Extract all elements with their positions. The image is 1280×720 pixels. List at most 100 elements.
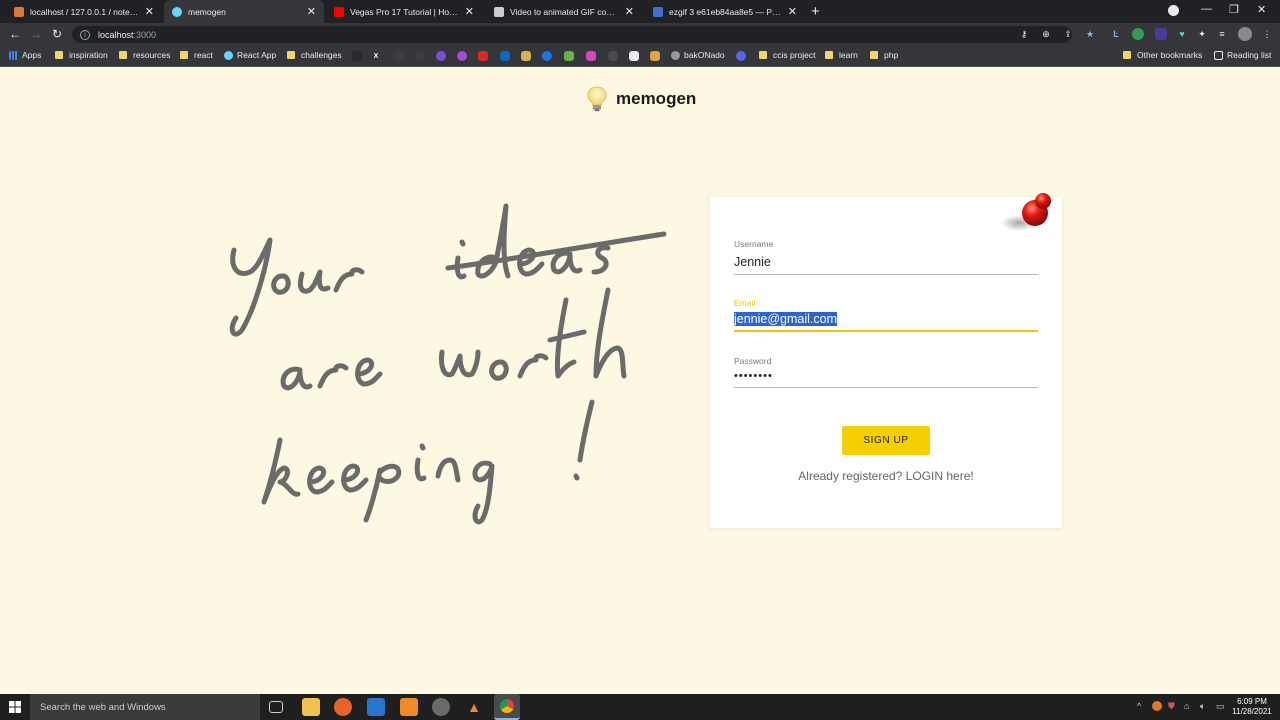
bookmark-label: inspiration bbox=[69, 50, 108, 60]
close-icon[interactable]: ✕ bbox=[465, 5, 474, 18]
notification-icon[interactable]: ▭ bbox=[1216, 701, 1225, 712]
ezgif-icon bbox=[494, 6, 504, 17]
tab-phpmyadmin[interactable]: localhost / 127.0.0.1 / notes-app ✕ bbox=[6, 0, 162, 23]
bookmark-bakonado[interactable]: bakONado bbox=[671, 50, 725, 60]
bookmarks-bar: Apps inspiration resources react React A… bbox=[0, 46, 1280, 67]
email-input[interactable]: jennie@gmail.com bbox=[734, 312, 1038, 332]
url-port: :3000 bbox=[133, 29, 157, 40]
username-input[interactable] bbox=[734, 255, 1038, 275]
bookmark-apps[interactable]: Apps bbox=[9, 50, 41, 60]
login-link[interactable]: Already registered? LOGIN here! bbox=[734, 469, 1038, 483]
reading-list[interactable]: Reading list bbox=[1214, 50, 1271, 60]
close-icon[interactable]: ✕ bbox=[625, 5, 634, 18]
username-field: Username bbox=[734, 239, 1038, 275]
folder-icon bbox=[825, 51, 833, 59]
tab-memogen[interactable]: memogen ✕ bbox=[164, 0, 324, 23]
bookmark-label: Reading list bbox=[1227, 50, 1272, 60]
minimize-button[interactable]: — bbox=[1201, 3, 1212, 15]
site-info-icon[interactable]: i bbox=[80, 29, 90, 40]
show-hidden-icons[interactable]: ^ bbox=[1137, 701, 1141, 711]
bookmark-react-app[interactable]: React App bbox=[224, 50, 276, 60]
calendar-ext-icon[interactable] bbox=[1155, 28, 1167, 40]
bookmark-star-icon[interactable]: ★ bbox=[1084, 28, 1096, 40]
forward-icon[interactable]: → bbox=[30, 27, 42, 41]
bookmark-learn[interactable]: learn bbox=[825, 50, 858, 60]
windows-taskbar: Search the web and Windows ▲ ^ ⛊ ⌂ 🔈︎ ▭ … bbox=[0, 694, 1280, 720]
facebook-icon[interactable] bbox=[542, 51, 552, 61]
codepen-icon[interactable] bbox=[521, 51, 531, 61]
taskbar-search-input[interactable]: Search the web and Windows bbox=[30, 694, 260, 720]
pushpin-icon bbox=[1001, 193, 1051, 231]
tab-title: ezgif 3 e61eb84aa8e5 — Postimg bbox=[669, 6, 782, 17]
grammarly-icon[interactable] bbox=[1132, 28, 1144, 40]
brand-name: memogen bbox=[616, 89, 697, 108]
gimp-icon[interactable] bbox=[432, 698, 450, 716]
globe-icon[interactable] bbox=[629, 51, 639, 61]
tray-app-icon[interactable] bbox=[1152, 701, 1162, 711]
react-icon bbox=[172, 6, 182, 17]
messenger-icon[interactable] bbox=[457, 51, 467, 61]
tab-postimg[interactable]: ezgif 3 e61eb84aa8e5 — Postimg ✕ bbox=[645, 0, 805, 23]
vlc-icon[interactable]: ▲ bbox=[465, 698, 483, 716]
media-control-icon[interactable]: ≡ bbox=[1216, 28, 1228, 40]
linkedin-icon[interactable] bbox=[500, 51, 510, 61]
pinterest-icon[interactable] bbox=[650, 51, 660, 61]
bookmark-challenges[interactable]: challenges bbox=[287, 50, 342, 60]
heart-ext-icon[interactable]: ♥ bbox=[1176, 28, 1188, 40]
extensions-icon[interactable]: ✦ bbox=[1196, 28, 1208, 40]
github-icon[interactable] bbox=[352, 51, 362, 61]
bookmark-react[interactable]: react bbox=[180, 50, 213, 60]
close-window-button[interactable]: ✕ bbox=[1257, 3, 1266, 16]
bookmark-label: Other bookmarks bbox=[1137, 50, 1203, 60]
folder-icon bbox=[119, 51, 127, 59]
youtube-icon[interactable] bbox=[478, 51, 488, 61]
reload-icon[interactable]: ↻ bbox=[52, 27, 62, 41]
antivirus-icon[interactable]: ⛊ bbox=[1168, 701, 1175, 712]
menu-icon[interactable]: ⋮ bbox=[1261, 28, 1273, 40]
stackoverflow-icon[interactable] bbox=[564, 51, 574, 61]
zoom-icon[interactable]: ⊕ bbox=[1040, 28, 1052, 40]
close-icon[interactable]: ✕ bbox=[788, 5, 797, 18]
dribbble-icon[interactable] bbox=[608, 51, 618, 61]
x-icon[interactable]: X bbox=[371, 51, 381, 61]
bookmark-resources[interactable]: resources bbox=[119, 50, 170, 60]
vscode-icon[interactable] bbox=[367, 698, 385, 716]
a11y-icon[interactable] bbox=[415, 51, 425, 61]
devto-icon[interactable] bbox=[393, 51, 403, 61]
avatar[interactable] bbox=[1238, 27, 1252, 41]
network-icon[interactable]: ⌂ bbox=[1184, 701, 1189, 711]
bookmark-php[interactable]: php bbox=[870, 50, 898, 60]
task-view-icon[interactable] bbox=[269, 701, 283, 713]
bookmark-inspiration[interactable]: inspiration bbox=[55, 50, 108, 60]
file-explorer-icon[interactable] bbox=[302, 698, 320, 716]
windows-start-icon[interactable] bbox=[9, 701, 21, 713]
share-icon[interactable]: ⇪ bbox=[1062, 28, 1074, 40]
figma-icon[interactable] bbox=[586, 51, 596, 61]
discord-icon[interactable] bbox=[736, 51, 746, 61]
firefox-icon[interactable] bbox=[334, 698, 352, 716]
apps-grid-icon bbox=[9, 50, 18, 60]
tab-search-icon[interactable] bbox=[1168, 5, 1179, 16]
chrome-taskbar-icon[interactable] bbox=[494, 694, 520, 720]
tab-vegas-tutorial[interactable]: Vegas Pro 17 Tutorial | How To R ✕ bbox=[326, 0, 482, 23]
linkedin-ext-icon[interactable]: Ŀ bbox=[1110, 28, 1122, 40]
twitch-icon[interactable] bbox=[436, 51, 446, 61]
address-bar[interactable]: i localhost:3000 bbox=[72, 26, 1072, 43]
new-tab-button[interactable]: + bbox=[811, 3, 820, 20]
tab-gif-converter[interactable]: Video to animated GIF converter ✕ bbox=[486, 0, 642, 23]
restore-button[interactable]: ❐ bbox=[1229, 3, 1239, 16]
close-icon[interactable]: ✕ bbox=[307, 5, 316, 18]
bookmark-label: learn bbox=[839, 50, 858, 60]
signup-button[interactable]: SIGN UP bbox=[842, 426, 930, 455]
volume-icon[interactable]: 🔈︎ bbox=[1200, 701, 1205, 712]
xampp-icon[interactable] bbox=[400, 698, 418, 716]
email-label: Email bbox=[734, 298, 756, 308]
close-icon[interactable]: ✕ bbox=[145, 5, 154, 18]
key-icon[interactable]: ⚷ bbox=[1018, 28, 1030, 40]
bookmark-other[interactable]: Other bookmarks bbox=[1123, 50, 1202, 60]
taskbar-clock[interactable]: 6:09 PM 11/28/2021 bbox=[1232, 697, 1272, 717]
password-input[interactable]: •••••••• bbox=[734, 370, 1038, 388]
back-icon[interactable]: ← bbox=[9, 27, 21, 41]
bookmark-ccis-project[interactable]: ccis project bbox=[759, 50, 816, 60]
clock-date: 11/28/2021 bbox=[1232, 707, 1272, 716]
